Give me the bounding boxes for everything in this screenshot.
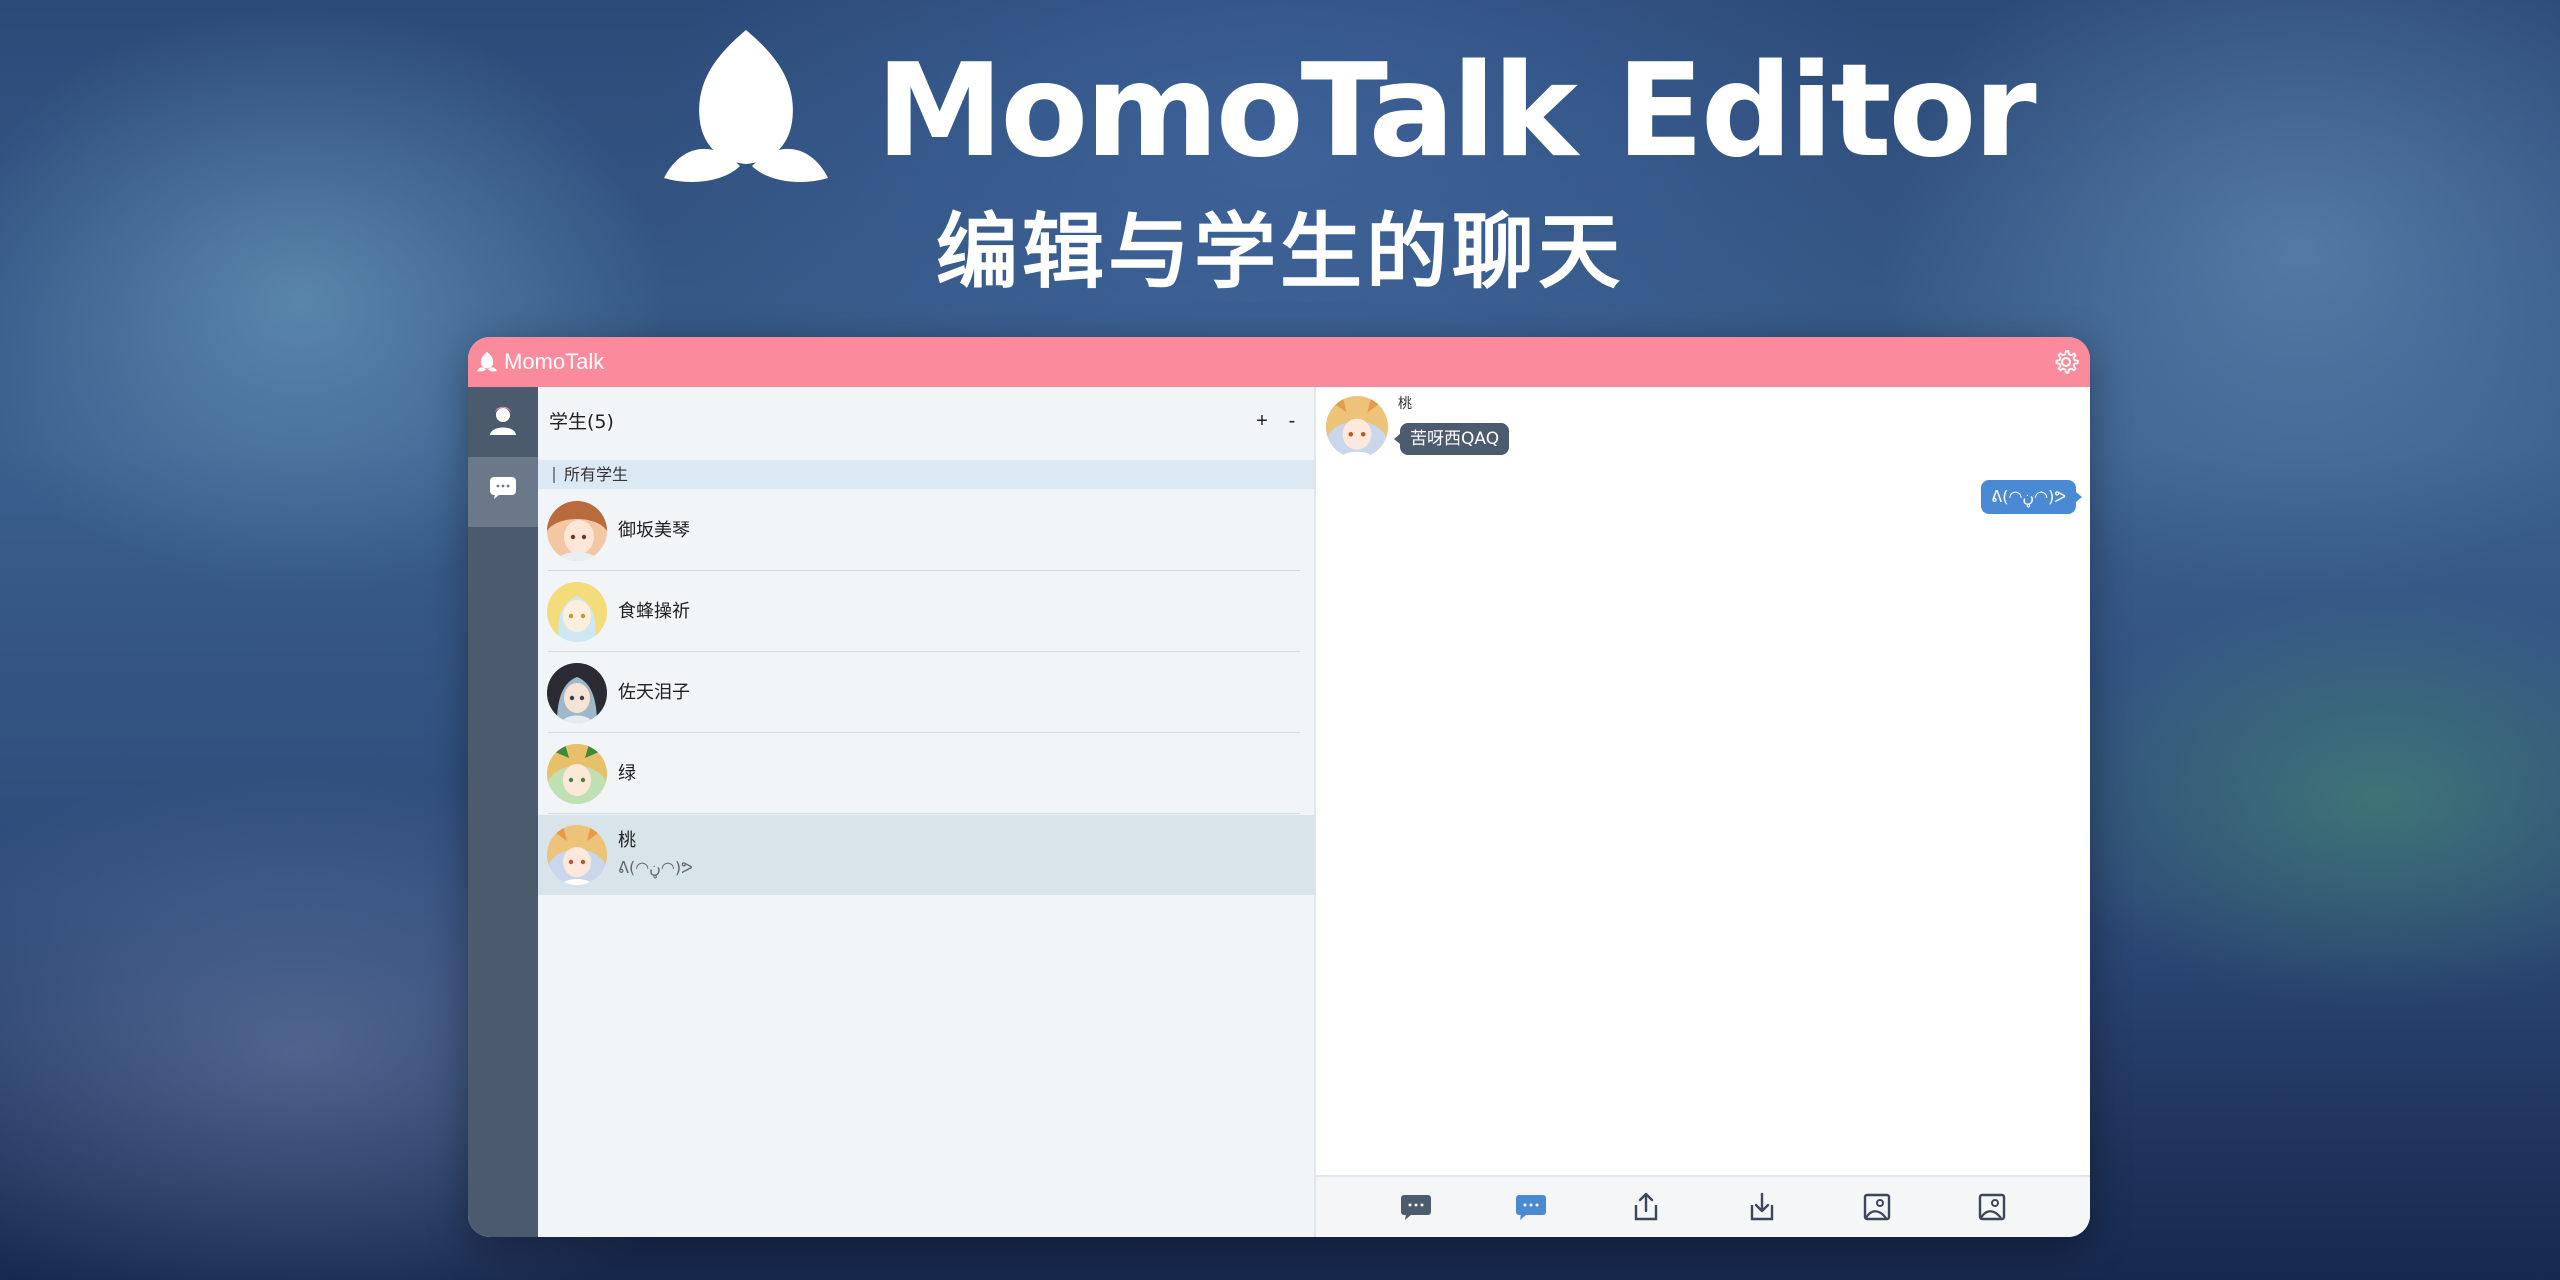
chat-panel: 桃 苦呀西QAQ ᕕ(◠ڼ◠)ᕗ [1316, 387, 2090, 1237]
student-list-panel: 学生(5) + - 所有学生 御坂美琴 食蜂操祈 佐天泪子 绿 桃 ᕕ(◠ڼ◠)… [538, 387, 1316, 1237]
peach-icon [664, 30, 828, 182]
app-window: MomoTalk 学生(5) + - 所有学生 御坂美琴 食蜂操祈 佐天泪子 绿… [468, 337, 2090, 1237]
app-name: MomoTalk [504, 349, 605, 374]
student-row-selected[interactable]: 桃 ᕕ(◠ڼ◠)ᕗ [538, 815, 1314, 895]
hero-title: MomoTalk Editor [876, 37, 2037, 186]
sidebar-item-chats[interactable] [468, 457, 538, 527]
student-count-title: 学生(5) [549, 411, 614, 433]
image-icon[interactable] [1974, 1191, 2010, 1223]
student-list-header: 学生(5) + - [538, 387, 1314, 457]
incoming-message-bubble[interactable]: 苦呀西QAQ [1393, 423, 1510, 455]
hero-header: MomoTalk Editor 编辑与学生的聊天 [0, 0, 2560, 320]
title-bar: MomoTalk [468, 337, 2090, 387]
section-marker [553, 467, 555, 483]
avatar [547, 825, 607, 885]
gear-icon[interactable] [2052, 348, 2080, 376]
student-name: 佐天泪子 [618, 682, 690, 703]
student-row[interactable]: 绿 [538, 734, 1314, 814]
avatar [547, 582, 607, 642]
student-row[interactable]: 佐天泪子 [538, 653, 1314, 733]
student-name: 绿 [618, 763, 636, 784]
send-message-icon[interactable] [1513, 1191, 1549, 1223]
last-message-preview: ᕕ(◠ڼ◠)ᕗ [618, 858, 693, 877]
avatar [547, 501, 607, 561]
student-row[interactable]: 御坂美琴 [538, 491, 1314, 571]
section-all-students: 所有学生 [538, 460, 1314, 489]
row-divider [548, 570, 1300, 571]
outgoing-message-bubble[interactable]: ᕕ(◠ڼ◠)ᕗ [1981, 480, 2082, 514]
row-divider [548, 732, 1300, 733]
image-icon[interactable] [1859, 1191, 1895, 1223]
sidebar-item-students[interactable] [468, 387, 538, 457]
reply-icon[interactable] [1398, 1191, 1434, 1223]
avatar [547, 744, 607, 804]
export-icon[interactable] [1628, 1191, 1664, 1223]
row-divider [548, 651, 1300, 652]
sender-name: 桃 [1398, 396, 1412, 412]
student-name: 御坂美琴 [618, 520, 690, 541]
sidebar [468, 387, 538, 1237]
sender-avatar[interactable] [1326, 396, 1388, 458]
import-icon[interactable] [1744, 1191, 1780, 1223]
avatar [547, 663, 607, 723]
student-row[interactable]: 食蜂操祈 [538, 572, 1314, 652]
student-name: 食蜂操祈 [618, 601, 690, 622]
add-student-button[interactable]: + [1250, 407, 1274, 435]
person-icon [490, 406, 516, 435]
chat-toolbar [1316, 1175, 2090, 1237]
row-divider [548, 813, 1300, 814]
peach-icon [477, 352, 497, 372]
student-name: 桃 [618, 830, 636, 851]
section-label: 所有学生 [564, 465, 629, 484]
hero-subtitle: 编辑与学生的聊天 [935, 205, 1624, 300]
chat-bubble-icon [490, 477, 516, 499]
remove-student-button[interactable]: - [1280, 407, 1304, 435]
